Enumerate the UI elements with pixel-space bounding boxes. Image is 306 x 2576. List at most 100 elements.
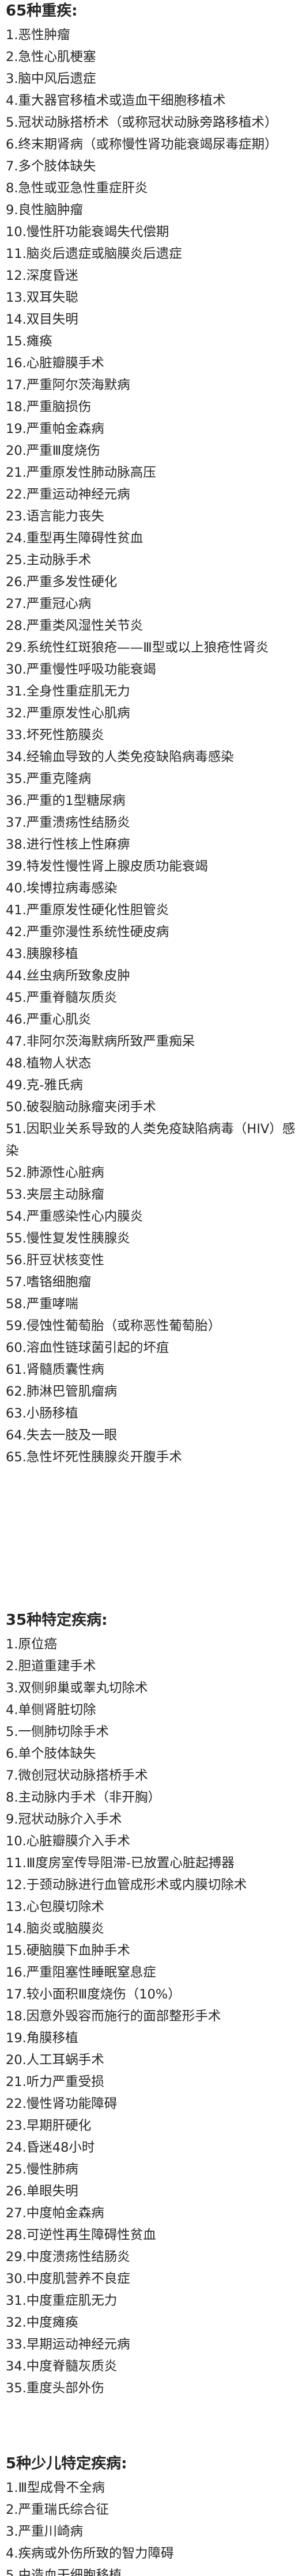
list-item: 33.早期运动神经元病 <box>6 2337 130 2352</box>
list-item: 41.严重原发性硬化性胆管炎 <box>6 903 169 918</box>
list-item: 56.肝豆状核变性 <box>6 1253 104 1268</box>
list-item: 46.严重心肌炎 <box>6 1012 92 1027</box>
list-item: 19.角膜移植 <box>6 2031 78 2046</box>
list-item: 28.可逆性再生障碍性贫血 <box>6 2228 156 2243</box>
list-item: 4.重大器官移植术或造血干细胞移植术 <box>6 93 226 108</box>
disease-list: 1.原位癌 2.胆道重建手术 3.双侧卵巢或睾丸切除术 4.单侧肾脏切除 5.一侧肺切除… <box>6 1633 300 2399</box>
list-item: 14.双目失明 <box>6 312 78 327</box>
list-item: 26.严重多发性硬化 <box>6 575 118 590</box>
list-item: 2.胆道重建手术 <box>6 1659 96 1674</box>
list-item: 21.听力严重受损 <box>6 2075 104 2089</box>
list-item: 32.中度瘫痪 <box>6 2315 78 2330</box>
list-item: 1.原位癌 <box>6 1637 57 1652</box>
list-item: 26.单眼失明 <box>6 2184 78 2199</box>
list-item: 34.中度脊髓灰质炎 <box>6 2359 118 2374</box>
list-item: 15.瘫痪 <box>6 334 52 349</box>
list-item: 65.急性坏死性胰腺炎开腹手术 <box>6 1450 182 1465</box>
list-item: 30.严重慢性呼吸功能衰竭 <box>6 662 156 677</box>
list-item: 58.严重哮喘 <box>6 1297 78 1312</box>
list-item: 9.冠状动脉介入手术 <box>6 1812 122 1827</box>
list-item: 11.Ⅲ度房室传导阻滞-已放置心脏起搏器 <box>6 1856 235 1871</box>
list-item: 35.重度头部外伤 <box>6 2381 104 2396</box>
list-item: 27.严重冠心病 <box>6 596 92 611</box>
list-item: 13.心包膜切除术 <box>6 1899 104 1914</box>
list-item: 34.经输血导致的人类免疫缺陷病毒感染 <box>6 750 234 765</box>
list-item: 64.失去一肢及一眼 <box>6 1428 118 1443</box>
list-item: 45.严重脊髓灰质炎 <box>6 990 118 1005</box>
list-item: 14.脑炎或脑膜炎 <box>6 1921 104 1936</box>
list-item: 2.严重瑞氏综合征 <box>6 2502 109 2517</box>
list-item: 40.埃博拉病毒感染 <box>6 881 118 896</box>
list-item: 5.一侧肺切除手术 <box>6 1724 109 1739</box>
list-item: 23.语言能力丧失 <box>6 509 104 524</box>
list-item: 3.双侧卵巢或睾丸切除术 <box>6 1681 148 1696</box>
list-item: 20.严重Ⅲ度烧伤 <box>6 443 100 458</box>
list-item: 50.破裂脑动脉瘤夹闭手术 <box>6 1100 156 1115</box>
list-item: 11.脑炎后遗症或脑膜炎后遗症 <box>6 246 182 261</box>
section-title: 65种重疾: <box>6 2 78 20</box>
section-title: 35种特定疾病: <box>6 1612 108 1629</box>
list-item: 25.主动脉手术 <box>6 553 92 568</box>
list-item: 13.双耳失聪 <box>6 290 78 305</box>
list-item: 12.深度昏迷 <box>6 268 78 283</box>
list-item: 55.慢性复发性胰腺炎 <box>6 1231 130 1246</box>
section-5-child-diseases: 5种少儿特定疾病: 1.Ⅲ型成骨不全病 2.严重瑞氏综合征 3.严重川崎病 4.疾病或… <box>6 2454 300 2576</box>
list-item: 3.严重川崎病 <box>6 2524 83 2539</box>
document: 65种重疾: 1.恶性肿瘤 2.急性心肌梗塞 3.脑中风后遗症 4.重大器官移植术或造… <box>0 0 306 2576</box>
list-item: 33.坏死性筋膜炎 <box>6 728 104 743</box>
list-item: 7.多个肢体缺失 <box>6 159 96 174</box>
list-item: 4.单侧肾脏切除 <box>6 1703 96 1718</box>
list-item: 20.人工耳蜗手术 <box>6 2053 104 2068</box>
list-item: 10.心脏瓣膜介入手术 <box>6 1834 130 1849</box>
list-item: 12.于颈动脉进行血管成形术或内膜切除术 <box>6 1878 247 1893</box>
list-item: 35.严重克隆病 <box>6 772 92 787</box>
list-item: 57.嗜铬细胞瘤 <box>6 1275 92 1290</box>
list-item: 28.严重类风湿性关节炎 <box>6 618 143 633</box>
list-item: 23.早期肝硬化 <box>6 2118 92 2133</box>
list-item: 48.植物人状态 <box>6 1056 92 1071</box>
list-item: 22.慢性肾功能障碍 <box>6 2096 118 2111</box>
list-item: 39.特发性慢性肾上腺皮质功能衰竭 <box>6 859 208 874</box>
list-item: 38.进行性核上性麻痹 <box>6 837 130 852</box>
list-item: 6.终末期肾病（或称慢性肾功能衰竭尿毒症期） <box>6 137 278 152</box>
list-item: 63.小肠移植 <box>6 1406 78 1421</box>
section-title: 5种少儿特定疾病: <box>6 2455 127 2472</box>
list-item: 1.Ⅲ型成骨不全病 <box>6 2480 105 2495</box>
list-item: 17.严重阿尔茨海默病 <box>6 378 130 393</box>
list-item: 8.主动脉内手术（非开胸） <box>6 1790 161 1805</box>
list-item: 18.严重脑损伤 <box>6 400 92 415</box>
list-item: 59.侵蚀性葡萄胎（或称恶性葡萄胎） <box>6 1319 221 1333</box>
list-item: 17.较小面积Ⅲ度烧伤（10%） <box>6 1987 181 2002</box>
disease-list: 1.恶性肿瘤 2.急性心肌梗塞 3.脑中风后遗症 4.重大器官移植术或造血干细胞移植术… <box>6 24 300 1468</box>
list-item: 42.严重弥漫性系统性硬皮病 <box>6 925 169 940</box>
list-item: 29.系统性红斑狼疮——Ⅲ型或以上狼疮性肾炎 <box>6 640 269 655</box>
list-item: 53.夹层主动脉瘤 <box>6 1187 104 1202</box>
list-item: 51.因职业关系导致的人类免疫缺陷病毒（HIV）感染 <box>6 1122 296 1158</box>
list-item: 2.急性心肌梗塞 <box>6 50 96 64</box>
list-item: 29.中度溃疡性结肠炎 <box>6 2250 130 2265</box>
list-item: 36.严重的1型糖尿病 <box>6 793 126 808</box>
list-item: 24.昏迷48小时 <box>6 2140 95 2155</box>
list-item: 5.冠状动脉搭桥术（或称冠状动脉旁路移植术） <box>6 115 278 130</box>
list-item: 3.脑中风后遗症 <box>6 71 96 86</box>
list-item: 32.严重原发性心肌病 <box>6 706 130 721</box>
list-item: 27.中度帕金森病 <box>6 2206 104 2221</box>
list-item: 10.慢性肝功能衰竭失代偿期 <box>6 225 169 240</box>
list-item: 5.由造血干细胞移植 <box>6 2568 122 2576</box>
section-65-critical-illnesses: 65种重疾: 1.恶性肿瘤 2.急性心肌梗塞 3.脑中风后遗症 4.重大器官移植术或造… <box>6 1 300 1468</box>
list-item: 37.严重溃疡性结肠炎 <box>6 815 130 830</box>
list-item: 16.严重阻塞性睡眠窒息症 <box>6 1965 156 1980</box>
list-item: 31.中度重症肌无力 <box>6 2293 118 2308</box>
list-item: 62.肺淋巴管肌瘤病 <box>6 1384 118 1399</box>
list-item: 8.急性或亚急性重症肝炎 <box>6 181 148 196</box>
list-item: 44.丝虫病所致象皮肿 <box>6 968 130 983</box>
list-item: 15.硬脑膜下血肿手术 <box>6 1943 130 1958</box>
list-item: 61.肾髓质囊性病 <box>6 1362 104 1377</box>
list-item: 52.肺源性心脏病 <box>6 1165 104 1180</box>
list-item: 43.胰腺移植 <box>6 947 78 962</box>
list-item: 49.克-雅氏病 <box>6 1078 83 1093</box>
list-item: 21.严重原发性肺动脉高压 <box>6 465 156 480</box>
list-item: 9.良性脑肿瘤 <box>6 203 83 218</box>
disease-list: 1.Ⅲ型成骨不全病 2.严重瑞氏综合征 3.严重川崎病 4.疾病或外伤所致的智力障碍 5… <box>6 2477 300 2576</box>
list-item: 22.严重运动神经元病 <box>6 487 130 502</box>
